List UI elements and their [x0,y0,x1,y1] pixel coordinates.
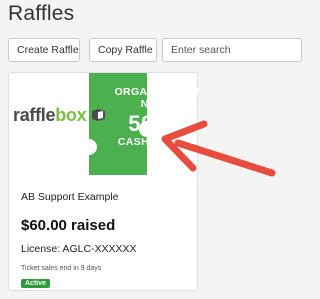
search-input[interactable] [162,38,302,62]
ticket-cash-line: CASH RAFFLE [117,136,197,149]
status-badge: Active [21,279,51,288]
raffle-card[interactable]: rafflebox ORGANIZATION NAME 50/50 CASH R… [8,72,199,291]
logo-text-raffle: raffle [13,105,56,125]
page-title: Raffles [8,2,75,25]
raffle-card-image[interactable]: rafflebox ORGANIZATION NAME 50/50 CASH R… [9,73,199,175]
raffle-card-body: AB Support Example $60.00 raised License… [21,191,191,290]
raffles-page: Raffles Create Raffle Copy Raffle raffle… [0,0,302,299]
ticket-sales-end: Ticket sales end in 9 days [21,265,102,272]
ticket-5050-line: 50/50 [128,111,186,137]
ticket-name-line: NAME [140,97,174,110]
license-value: AGLC-XXXXXX [62,243,137,255]
ticket-text: ORGANIZATION NAME 50/50 CASH RAFFLE [112,86,199,149]
raffle-name[interactable]: AB Support Example [21,191,191,203]
box-icon [92,109,106,121]
create-raffle-button[interactable]: Create Raffle [8,38,80,62]
rafflebox-logo: rafflebox [13,105,106,126]
ticket-org-line: ORGANIZATION [114,86,199,98]
raised-amount: $60.00 raised [21,217,116,234]
copy-raffle-button[interactable]: Copy Raffle [89,38,157,62]
license-line: License: AGLC-XXXXXX [21,243,191,255]
license-label: License: [21,243,61,255]
logo-text-box: box [55,105,87,125]
